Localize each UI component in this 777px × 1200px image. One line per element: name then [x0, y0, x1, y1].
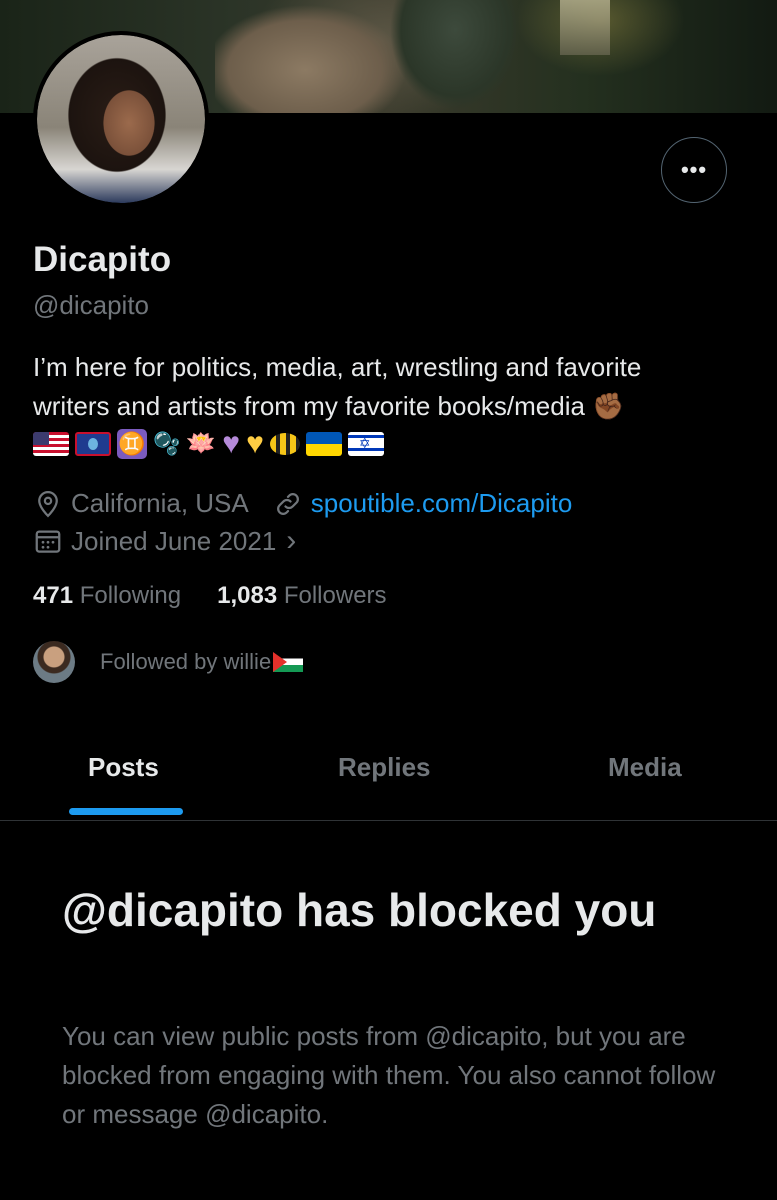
flag-palestine-icon	[273, 652, 304, 672]
flag-israel-icon	[347, 432, 384, 456]
bio-line-1: I’m here for politics, media, art, wrest…	[33, 352, 642, 382]
followers-label: Followers	[283, 582, 387, 609]
profile-bio: I’m here for politics, media, art, wrest…	[33, 348, 743, 426]
avatar-image	[37, 35, 205, 203]
lotus-icon: 🪷	[186, 430, 217, 457]
flag-us-icon	[33, 432, 69, 456]
profile-location: California, USA	[71, 488, 249, 518]
profile-tabs: Posts Replies Media	[0, 740, 777, 821]
purple-heart-icon: ♥	[222, 427, 241, 460]
follower-avatar	[33, 641, 75, 683]
flag-ukraine-icon	[305, 432, 342, 456]
following-link[interactable]: 471 Following	[33, 582, 181, 610]
bee-icon	[269, 433, 300, 455]
tab-media[interactable]: Media	[608, 752, 682, 783]
calendar-icon	[35, 530, 61, 553]
followed-by-text: Followed by willie	[100, 649, 304, 675]
followers-count: 1,083	[217, 582, 278, 609]
profile-name: Dicapito	[33, 240, 172, 279]
following-count: 471	[33, 582, 74, 609]
profile-meta-joined-row: Joined June 2021 ›	[33, 524, 296, 558]
tab-posts[interactable]: Posts	[88, 752, 159, 783]
banner-background-art	[560, 0, 610, 55]
active-tab-indicator	[69, 808, 183, 815]
bio-line-2-text: writers and artists from my favorite boo…	[33, 391, 585, 421]
more-dots-icon: •••	[680, 157, 708, 182]
bio-emoji-row: ♊ 🫧 🪷 ♥ ♥	[33, 428, 384, 460]
followers-link[interactable]: 1,083 Followers	[217, 582, 386, 610]
profile-handle: @dicapito	[33, 290, 150, 320]
blocked-message: You can view public posts from @dicapito…	[62, 1021, 716, 1129]
yellow-heart-icon: ♥	[246, 427, 264, 460]
location-pin-icon	[38, 490, 58, 517]
blocked-title: @dicapito has blocked you	[62, 884, 657, 936]
gemini-icon: ♊	[117, 429, 147, 459]
bubbles-icon: 🫧	[153, 431, 181, 456]
more-options-button[interactable]: •••	[661, 137, 727, 203]
banner-figure-art	[215, 0, 535, 113]
bio-line-2: writers and artists from my favorite boo…	[33, 387, 743, 426]
tab-replies[interactable]: Replies	[338, 752, 431, 783]
followed-by-label: Followed by willie	[100, 649, 272, 674]
following-label: Following	[79, 582, 182, 609]
chevron-right-icon[interactable]: ›	[286, 524, 296, 558]
profile-avatar[interactable]	[33, 31, 209, 207]
profile-joined-date: Joined June 2021	[71, 525, 277, 556]
profile-website-link[interactable]: spoutible.com/Dicapito	[311, 488, 573, 519]
raised-fist-icon: ✊🏾	[592, 391, 625, 421]
link-icon	[276, 492, 299, 515]
followed-by-row[interactable]: Followed by willie	[33, 641, 304, 683]
profile-stats: 471 Following 1,083 Followers	[33, 582, 387, 610]
profile-meta-location-row: California, USA spoutible.com/Dicapito	[33, 488, 572, 519]
flag-guam-icon	[75, 432, 111, 456]
